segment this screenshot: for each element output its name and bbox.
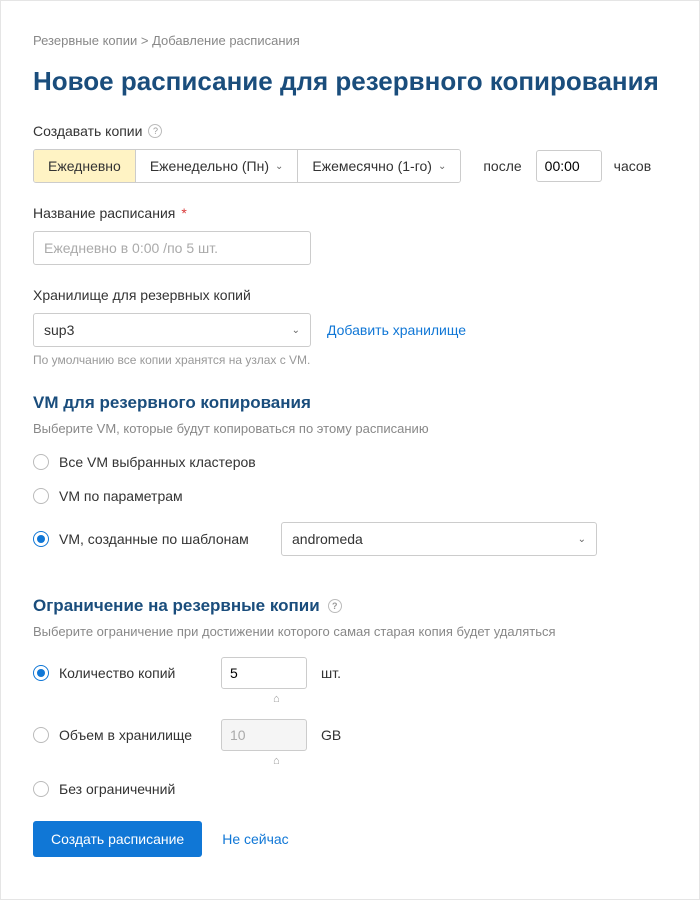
- required-mark: *: [181, 205, 186, 221]
- page-title: Новое расписание для резервного копирова…: [33, 66, 667, 97]
- frequency-row: Ежедневно Еженедельно (Пн) ⌄ Ежемесячно …: [33, 149, 667, 183]
- breadcrumb-current: Добавление расписания: [152, 33, 300, 48]
- storage-hint: По умолчанию все копии хранятся на узлах…: [33, 353, 667, 367]
- radio-icon[interactable]: [33, 488, 49, 504]
- vm-opt-all-label[interactable]: Все VM выбранных кластеров: [59, 454, 256, 470]
- breadcrumb-parent[interactable]: Резервные копии: [33, 33, 137, 48]
- freq-weekly-button[interactable]: Еженедельно (Пн) ⌄: [136, 150, 299, 182]
- vm-opt-templates-row[interactable]: VM, созданные по шаблонам andromeda ⌄: [33, 522, 667, 556]
- page: Резервные копии > Добавление расписания …: [0, 0, 700, 900]
- storage-select[interactable]: sup3 ⌄: [33, 313, 311, 347]
- actions-row: Создать расписание Не сейчас: [33, 821, 667, 857]
- freq-daily-button[interactable]: Ежедневно: [34, 150, 136, 182]
- limit-volume-row[interactable]: Объем в хранилище GB: [33, 719, 667, 751]
- add-storage-link[interactable]: Добавить хранилище: [327, 322, 466, 338]
- freq-monthly-button[interactable]: Ежемесячно (1-го) ⌄: [298, 150, 460, 182]
- storage-row: sup3 ⌄ Добавить хранилище: [33, 313, 667, 347]
- limit-volume-label[interactable]: Объем в хранилище: [59, 727, 211, 743]
- radio-icon[interactable]: [33, 454, 49, 470]
- limit-none-label[interactable]: Без ограничечний: [59, 781, 211, 797]
- create-copies-label: Создавать копии ?: [33, 123, 667, 139]
- vm-heading: VM для резервного копирования: [33, 393, 667, 413]
- radio-icon[interactable]: [33, 727, 49, 743]
- after-label: после: [483, 158, 521, 174]
- radio-icon[interactable]: [33, 781, 49, 797]
- vm-opt-params-row[interactable]: VM по параметрам: [33, 488, 667, 504]
- volume-unit: GB: [321, 727, 341, 743]
- radio-icon[interactable]: [33, 531, 49, 547]
- volume-input: [221, 719, 307, 751]
- count-input[interactable]: [221, 657, 307, 689]
- frequency-group: Ежедневно Еженедельно (Пн) ⌄ Ежемесячно …: [33, 149, 461, 183]
- count-unit: шт.: [321, 665, 341, 681]
- limits-heading: Ограничение на резервные копии ?: [33, 596, 667, 616]
- help-icon[interactable]: ?: [328, 599, 342, 613]
- storage-label: Хранилище для резервных копий: [33, 287, 667, 303]
- limit-count-row[interactable]: Количество копий шт.: [33, 657, 667, 689]
- vm-opt-templates-label[interactable]: VM, созданные по шаблонам: [59, 531, 271, 547]
- help-icon[interactable]: ?: [148, 124, 162, 138]
- chevron-down-icon: ⌄: [292, 325, 300, 336]
- breadcrumb: Резервные копии > Добавление расписания: [33, 33, 667, 48]
- limit-none-row[interactable]: Без ограничечний: [33, 781, 667, 797]
- schedule-name-input[interactable]: [33, 231, 311, 265]
- vm-opt-params-label[interactable]: VM по параметрам: [59, 488, 183, 504]
- submit-button[interactable]: Создать расписание: [33, 821, 202, 857]
- breadcrumb-sep: >: [141, 33, 149, 48]
- vm-opt-all-row[interactable]: Все VM выбранных кластеров: [33, 454, 667, 470]
- home-icon: ⌂: [273, 693, 667, 705]
- schedule-name-label: Название расписания*: [33, 205, 667, 221]
- cancel-link[interactable]: Не сейчас: [222, 831, 288, 847]
- limits-sub: Выберите ограничение при достижении кото…: [33, 624, 667, 639]
- chevron-down-icon: ⌄: [438, 161, 446, 172]
- radio-icon[interactable]: [33, 665, 49, 681]
- limit-count-label[interactable]: Количество копий: [59, 665, 211, 681]
- home-icon: ⌂: [273, 755, 667, 767]
- template-select[interactable]: andromeda ⌄: [281, 522, 597, 556]
- time-input[interactable]: [536, 150, 602, 182]
- hours-label: часов: [614, 158, 651, 174]
- vm-sub: Выберите VM, которые будут копироваться …: [33, 421, 667, 436]
- chevron-down-icon: ⌄: [578, 534, 586, 545]
- chevron-down-icon: ⌄: [275, 161, 283, 172]
